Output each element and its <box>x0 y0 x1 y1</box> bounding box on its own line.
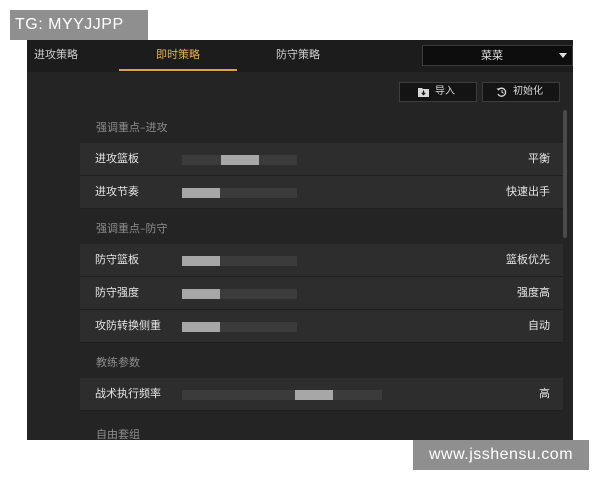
slider-thumb[interactable] <box>182 322 220 332</box>
setting-slider[interactable] <box>182 256 297 266</box>
chevron-down-icon <box>559 53 567 58</box>
reset-button-label: 初始化 <box>513 86 543 97</box>
setting-name: 防守篮板 <box>95 253 139 266</box>
watermark-bottom: www.jsshensu.com <box>413 440 589 470</box>
slider-thumb[interactable] <box>295 390 333 400</box>
import-button-label: 导入 <box>435 86 455 97</box>
section-free-sets: 自由套组 <box>96 428 140 440</box>
setting-row-defensive-rebound[interactable]: 防守篮板 篮板优先 <box>80 244 563 277</box>
section-defense-emphasis: 强调重点–防守 <box>96 222 168 235</box>
preset-dropdown[interactable]: 菜菜 <box>422 45 573 66</box>
setting-row-tactic-frequency[interactable]: 战术执行频率 高 <box>80 378 563 411</box>
setting-value: 自动 <box>528 319 550 332</box>
tab-offense-strategy[interactable]: 进攻策略 <box>27 40 85 70</box>
watermark-top: TG: MYYJJPP <box>10 10 148 40</box>
setting-value: 高 <box>539 387 550 400</box>
tab-defense-strategy[interactable]: 防守策略 <box>245 40 351 70</box>
tab-instant-strategy[interactable]: 即时策略 <box>119 40 237 71</box>
import-button[interactable]: 导入 <box>399 82 477 102</box>
slider-thumb[interactable] <box>182 256 220 266</box>
reset-button[interactable]: 初始化 <box>482 82 560 102</box>
section-offense-emphasis: 强调重点–进攻 <box>96 121 168 134</box>
setting-slider[interactable] <box>182 155 297 165</box>
folder-import-icon <box>418 88 429 97</box>
setting-name: 战术执行频率 <box>95 387 161 400</box>
setting-slider[interactable] <box>182 289 297 299</box>
reset-icon <box>496 87 507 97</box>
setting-name: 攻防转换侧重 <box>95 319 161 332</box>
slider-thumb[interactable] <box>221 155 259 165</box>
setting-name: 防守强度 <box>95 286 139 299</box>
setting-slider[interactable] <box>182 322 297 332</box>
setting-value: 强度高 <box>517 286 550 299</box>
setting-row-offensive-rebound[interactable]: 进攻篮板 平衡 <box>80 143 563 176</box>
slider-thumb[interactable] <box>182 188 220 198</box>
setting-name: 进攻篮板 <box>95 152 139 165</box>
setting-slider[interactable] <box>182 390 382 400</box>
setting-value: 快速出手 <box>506 185 550 198</box>
setting-value: 篮板优先 <box>506 253 550 266</box>
section-coach-params: 教练参数 <box>96 356 140 369</box>
strategy-panel: 进攻策略 即时策略 防守策略 菜菜 导入 初始化 强调重点–进攻 进攻篮板 平衡… <box>27 40 573 440</box>
scrollbar[interactable] <box>563 110 567 238</box>
setting-row-offense-tempo[interactable]: 进攻节奏 快速出手 <box>80 176 563 209</box>
setting-value: 平衡 <box>528 152 550 165</box>
setting-row-defense-intensity[interactable]: 防守强度 强度高 <box>80 277 563 310</box>
slider-thumb[interactable] <box>182 289 220 299</box>
setting-name: 进攻节奏 <box>95 185 139 198</box>
tab-bar: 进攻策略 即时策略 防守策略 菜菜 <box>27 40 573 72</box>
preset-dropdown-value: 菜菜 <box>481 49 503 62</box>
page: TG: MYYJJPP 进攻策略 即时策略 防守策略 菜菜 导入 初始化 强调重… <box>0 0 600 480</box>
setting-slider[interactable] <box>182 188 297 198</box>
setting-row-transition-focus[interactable]: 攻防转换侧重 自动 <box>80 310 563 343</box>
